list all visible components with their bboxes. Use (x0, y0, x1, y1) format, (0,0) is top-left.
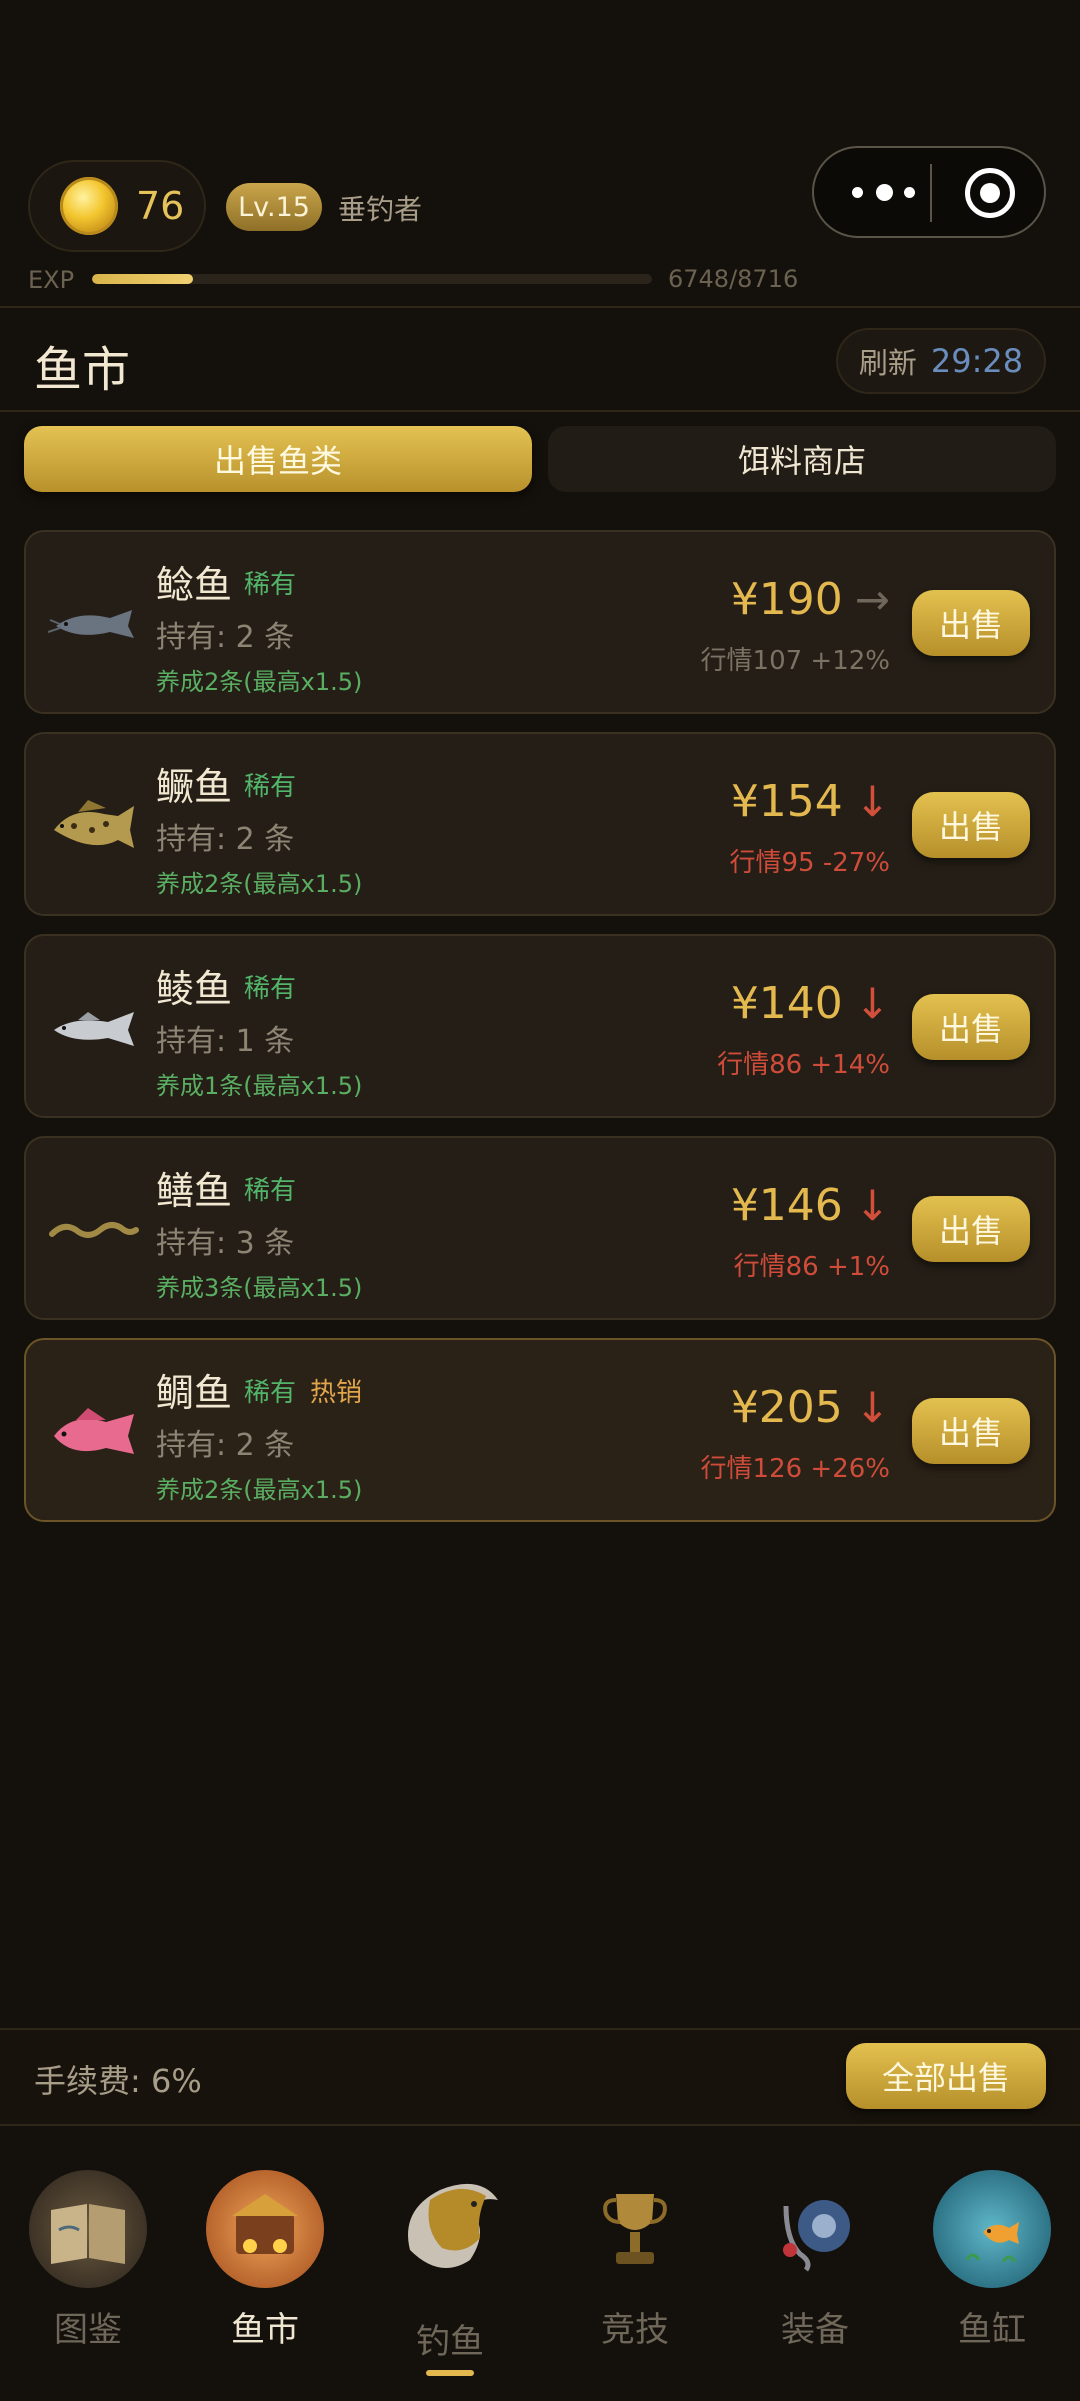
raise-bonus: 养成3条(最高x1.5) (156, 1274, 363, 1302)
refresh-timer[interactable]: 刷新 29:28 (836, 328, 1046, 394)
nav-item-fishing[interactable]: 钓鱼 (370, 2160, 530, 2363)
hot-sale-tag: 热销 (310, 1378, 363, 1408)
eel-icon (49, 1222, 139, 1238)
trophy-icon (576, 2170, 694, 2288)
market-icon (206, 2170, 324, 2288)
fish-card: 鲶鱼 稀有 持有: 2 条 养成2条(最高x1.5) ¥190 → 行情107 … (24, 530, 1056, 714)
exp-value: 6748/8716 (668, 265, 799, 293)
close-miniprogram-icon[interactable] (965, 168, 1015, 218)
nav-item-fishbowl[interactable]: 鱼缸 (912, 2170, 1072, 2351)
market-info: 行情126 +26% (700, 1454, 890, 1484)
market-info: 行情86 +1% (733, 1252, 890, 1282)
hold-count: 持有: 3 条 (156, 1226, 295, 1261)
trend-down-icon: ↓ (854, 776, 890, 826)
nav-item-market[interactable]: 鱼市 (185, 2170, 345, 2351)
fish-price: ¥154 (730, 776, 843, 827)
hold-count: 持有: 2 条 (156, 1428, 295, 1463)
miniprogram-capsule (812, 146, 1046, 238)
trend-down-icon: ↓ (854, 978, 890, 1028)
nav-label: 装备 (781, 2310, 849, 2350)
capsule-divider (930, 164, 932, 222)
fishbowl-icon (933, 2170, 1051, 2288)
exp-label: EXP (28, 266, 75, 294)
mud-carp-icon (54, 1012, 134, 1046)
fishing-icon (380, 2160, 520, 2300)
rank-title: 垂钓者 (338, 193, 423, 226)
refresh-label: 刷新 (858, 346, 917, 380)
trend-flat-icon: → (854, 574, 890, 624)
fish-price: ¥146 (730, 1180, 843, 1231)
fish-name: 鲶鱼 (156, 563, 233, 607)
trend-down-icon: ↓ (854, 1180, 890, 1230)
rarity-tag: 稀有 (244, 1176, 297, 1206)
sea-bream-icon (54, 1408, 134, 1454)
nav-label: 鱼缸 (958, 2310, 1026, 2350)
hold-count: 持有: 2 条 (156, 620, 295, 655)
trend-down-icon: ↓ (854, 1382, 890, 1432)
active-nav-indicator (426, 2370, 474, 2376)
page-title: 鱼市 (34, 342, 131, 398)
raise-bonus: 养成2条(最高x1.5) (156, 870, 363, 898)
sell-button[interactable]: 出售 (912, 590, 1030, 656)
coin-balance[interactable]: 76 (28, 160, 206, 252)
fish-price: ¥140 (730, 978, 843, 1029)
hold-count: 持有: 1 条 (156, 1024, 295, 1059)
nav-item-arena[interactable]: 竞技 (555, 2170, 715, 2351)
fish-card: 鳜鱼 稀有 持有: 2 条 养成2条(最高x1.5) ¥154 ↓ 行情95 -… (24, 732, 1056, 916)
raise-bonus: 养成1条(最高x1.5) (156, 1072, 363, 1100)
book-icon (29, 2170, 147, 2288)
market-info: 行情107 +12% (700, 646, 890, 676)
fish-card: 鳝鱼 稀有 持有: 3 条 养成3条(最高x1.5) ¥146 ↓ 行情86 +… (24, 1136, 1056, 1320)
coin-value: 76 (136, 184, 185, 228)
catfish-icon (48, 610, 134, 638)
fee-text: 手续费: 6% (34, 2062, 202, 2100)
fish-name: 鳜鱼 (156, 765, 233, 809)
level-badge: Lv.15 (226, 183, 322, 231)
raise-bonus: 养成2条(最高x1.5) (156, 1476, 363, 1504)
nav-label: 竞技 (601, 2310, 669, 2350)
mandarin-fish-icon (54, 800, 134, 848)
hold-count: 持有: 2 条 (156, 822, 295, 857)
fish-card: 鲷鱼 稀有 热销 持有: 2 条 养成2条(最高x1.5) ¥205 ↓ 行情1… (24, 1338, 1056, 1522)
sell-button[interactable]: 出售 (912, 1196, 1030, 1262)
rarity-tag: 稀有 (244, 1378, 297, 1408)
raise-bonus: 养成2条(最高x1.5) (156, 668, 363, 696)
fish-price: ¥190 (730, 574, 843, 625)
nav-label: 鱼市 (231, 2310, 299, 2350)
market-info: 行情86 +14% (717, 1050, 890, 1080)
sell-button[interactable]: 出售 (912, 792, 1030, 858)
tab-bait-shop[interactable]: 饵料商店 (548, 426, 1056, 492)
refresh-countdown: 29:28 (930, 342, 1024, 380)
rarity-tag: 稀有 (244, 570, 297, 600)
exp-progress-fill (92, 274, 193, 284)
exp-progress-bar (92, 274, 652, 284)
fish-name: 鳝鱼 (156, 1169, 233, 1213)
fish-price: ¥205 (730, 1382, 843, 1433)
reel-icon (756, 2170, 874, 2288)
nav-item-encyclopedia[interactable]: 图鉴 (8, 2170, 168, 2351)
market-info: 行情95 -27% (729, 848, 890, 878)
rarity-tag: 稀有 (244, 974, 297, 1004)
sell-button[interactable]: 出售 (912, 994, 1030, 1060)
sell-all-button[interactable]: 全部出售 (846, 2043, 1046, 2109)
nav-label: 图鉴 (54, 2310, 122, 2350)
fish-card: 鲮鱼 稀有 持有: 1 条 养成1条(最高x1.5) ¥140 ↓ 行情86 +… (24, 934, 1056, 1118)
fish-name: 鲷鱼 (156, 1371, 233, 1415)
nav-label: 钓鱼 (416, 2322, 484, 2362)
coin-icon (60, 177, 118, 235)
nav-item-equipment[interactable]: 装备 (735, 2170, 895, 2351)
tab-sell-fish[interactable]: 出售鱼类 (24, 426, 532, 492)
fish-name: 鲮鱼 (156, 967, 233, 1011)
sell-button[interactable]: 出售 (912, 1398, 1030, 1464)
more-menu-icon[interactable] (852, 178, 922, 208)
rarity-tag: 稀有 (244, 772, 297, 802)
